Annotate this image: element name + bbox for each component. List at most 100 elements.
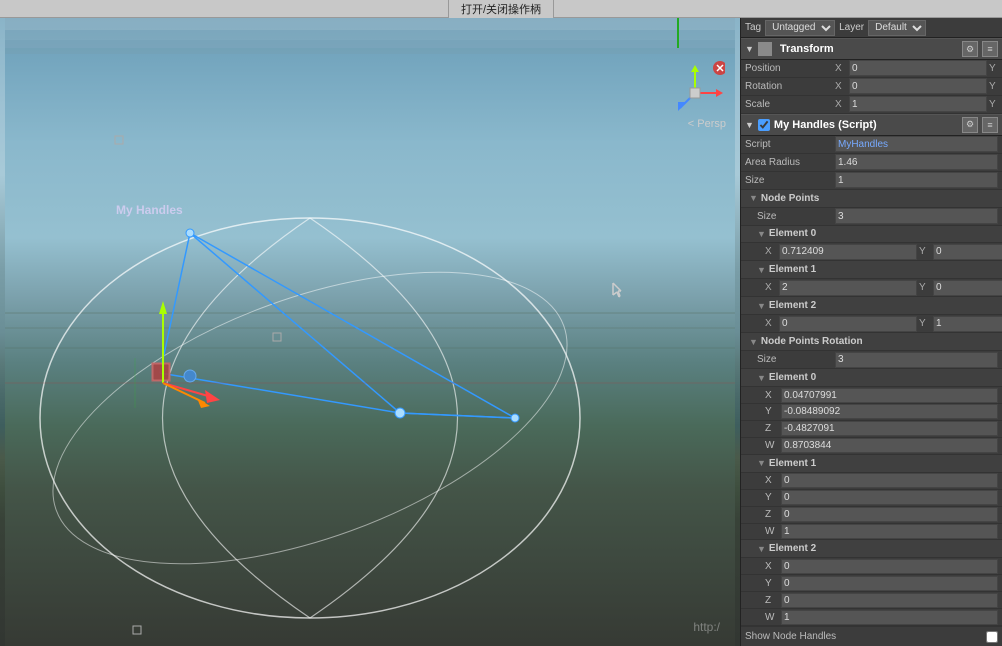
np-element0-title: Element 0 (769, 228, 816, 239)
np-e2-x-label: X (765, 318, 777, 329)
npr-element2-header: ▼ Element 2 (741, 540, 1002, 558)
position-x-input[interactable] (849, 60, 987, 76)
script-input[interactable] (835, 136, 998, 152)
npr-e1-x-row: X (741, 473, 1002, 490)
npr-e1-z-label: Z (765, 509, 781, 520)
npr-e0-z-input[interactable] (781, 421, 998, 436)
my-handles-section-header: ▼ My Handles (Script) ⚙ ≡ (741, 114, 1002, 136)
npr-element1-header: ▼ Element 1 (741, 455, 1002, 473)
script-label: Script (745, 139, 835, 150)
np-rotation-size-label: Size (745, 354, 835, 365)
scale-label: Scale (745, 99, 835, 110)
npr-e0-y-input[interactable] (781, 404, 998, 419)
np-e1-y-input[interactable] (933, 280, 1002, 296)
np-e0-x-input[interactable] (779, 244, 917, 260)
position-row: Position X Y Z (741, 60, 1002, 78)
np-rotation-title: Node Points Rotation (761, 336, 863, 347)
np-e0-y-label: Y (919, 246, 931, 257)
npr-e1-y-row: Y (741, 490, 1002, 507)
npr-e2-y-input[interactable] (781, 576, 998, 591)
node-points-arrow[interactable]: ▼ (749, 193, 758, 203)
np-element2-xyz-row: X Y Z (741, 315, 1002, 333)
viewport[interactable]: < Persp My Handles http:/ (0, 18, 740, 646)
viewport-svg (0, 18, 740, 646)
npr-e2-w-input[interactable] (781, 610, 998, 625)
npr-e1-w-input[interactable] (781, 524, 998, 539)
npr-element1-title: Element 1 (769, 458, 816, 469)
tag-layer-bar: Tag Untagged Layer Default (741, 18, 1002, 38)
np-e1-y-label: Y (919, 282, 931, 293)
np-rotation-size-input[interactable] (835, 352, 998, 368)
transform-settings-icon[interactable]: ⚙ (962, 41, 978, 57)
rotation-y-label: Y (989, 81, 1001, 92)
position-x-label: X (835, 63, 847, 74)
node-points-size-label: Size (745, 211, 835, 222)
area-radius-input[interactable] (835, 154, 998, 170)
np-e0-x-label: X (765, 246, 777, 257)
npr-e0-x-label: X (765, 390, 781, 401)
tag-select[interactable]: Untagged (765, 20, 835, 36)
npr-e2-w-label: W (765, 612, 781, 623)
npr-element0-arrow[interactable]: ▼ (757, 373, 766, 383)
npr-e2-y-label: Y (765, 578, 781, 589)
my-handles-label: My Handles (116, 203, 183, 217)
npr-e1-w-row: W (741, 524, 1002, 541)
transform-icon (758, 42, 772, 56)
npr-e1-z-input[interactable] (781, 507, 998, 522)
np-e1-x-label: X (765, 282, 777, 293)
my-handles-settings-icon[interactable]: ⚙ (962, 117, 978, 133)
npr-e2-z-row: Z (741, 592, 1002, 609)
np-element0-arrow[interactable]: ▼ (757, 229, 766, 239)
layer-select[interactable]: Default (868, 20, 926, 36)
npr-e2-z-input[interactable] (781, 593, 998, 608)
npr-e2-y-row: Y (741, 575, 1002, 592)
np-rotation-header: ▼ Node Points Rotation (741, 333, 1002, 351)
my-handles-size-input[interactable] (835, 172, 998, 188)
rotation-label: Rotation (745, 81, 835, 92)
my-handles-toggle[interactable]: ▼ (745, 120, 754, 130)
npr-e2-w-row: W (741, 609, 1002, 626)
np-e2-y-label: Y (919, 318, 931, 329)
area-radius-label: Area Radius (745, 157, 835, 168)
np-element1-xyz: X Y Z (745, 280, 1002, 296)
npr-element2-arrow[interactable]: ▼ (757, 544, 766, 554)
show-node-row: Show Node Handles (741, 626, 1002, 646)
npr-e0-x-input[interactable] (781, 388, 998, 403)
npr-e0-y-row: Y (741, 404, 1002, 421)
np-e0-y-input[interactable] (933, 244, 1002, 260)
npr-e1-x-input[interactable] (781, 473, 998, 488)
transform-menu-icon[interactable]: ≡ (982, 41, 998, 57)
scale-row: Scale X Y Z (741, 96, 1002, 114)
position-label: Position (745, 63, 835, 74)
show-node-handles-checkbox[interactable] (986, 631, 998, 643)
np-element0-xyz: X Y Z (745, 244, 1002, 260)
np-element2-arrow[interactable]: ▼ (757, 301, 766, 311)
npr-e0-w-label: W (765, 440, 781, 451)
np-element2-title: Element 2 (769, 300, 816, 311)
np-rotation-arrow[interactable]: ▼ (749, 337, 758, 347)
npr-e0-w-input[interactable] (781, 438, 998, 453)
my-handles-menu-icon[interactable]: ≡ (982, 117, 998, 133)
node-points-size-input[interactable] (835, 208, 998, 224)
rotation-x-label: X (835, 81, 847, 92)
np-e2-x-input[interactable] (779, 316, 917, 332)
toggle-handles-button[interactable]: 打开/关闭操作柄 (448, 0, 554, 19)
npr-e0-z-label: Z (765, 423, 781, 434)
np-element1-title: Element 1 (769, 264, 816, 275)
np-e1-x-input[interactable] (779, 280, 917, 296)
transform-toggle[interactable]: ▼ (745, 44, 754, 54)
my-handles-enabled-checkbox[interactable] (758, 119, 770, 131)
rotation-x-input[interactable] (849, 78, 987, 94)
npr-e2-x-input[interactable] (781, 559, 998, 574)
npr-e1-y-input[interactable] (781, 490, 998, 505)
np-e2-y-input[interactable] (933, 316, 1002, 332)
npr-element1-arrow[interactable]: ▼ (757, 458, 766, 468)
rotation-row: Rotation X Y Z (741, 78, 1002, 96)
np-element1-arrow[interactable]: ▼ (757, 265, 766, 275)
scale-x-input[interactable] (849, 96, 987, 112)
npr-e2-x-row: X (741, 558, 1002, 575)
show-node-label: Show Node Handles (745, 631, 986, 642)
script-row: Script (741, 136, 1002, 154)
gizmo (670, 58, 720, 118)
np-element1-header: ▼ Element 1 (741, 261, 1002, 279)
